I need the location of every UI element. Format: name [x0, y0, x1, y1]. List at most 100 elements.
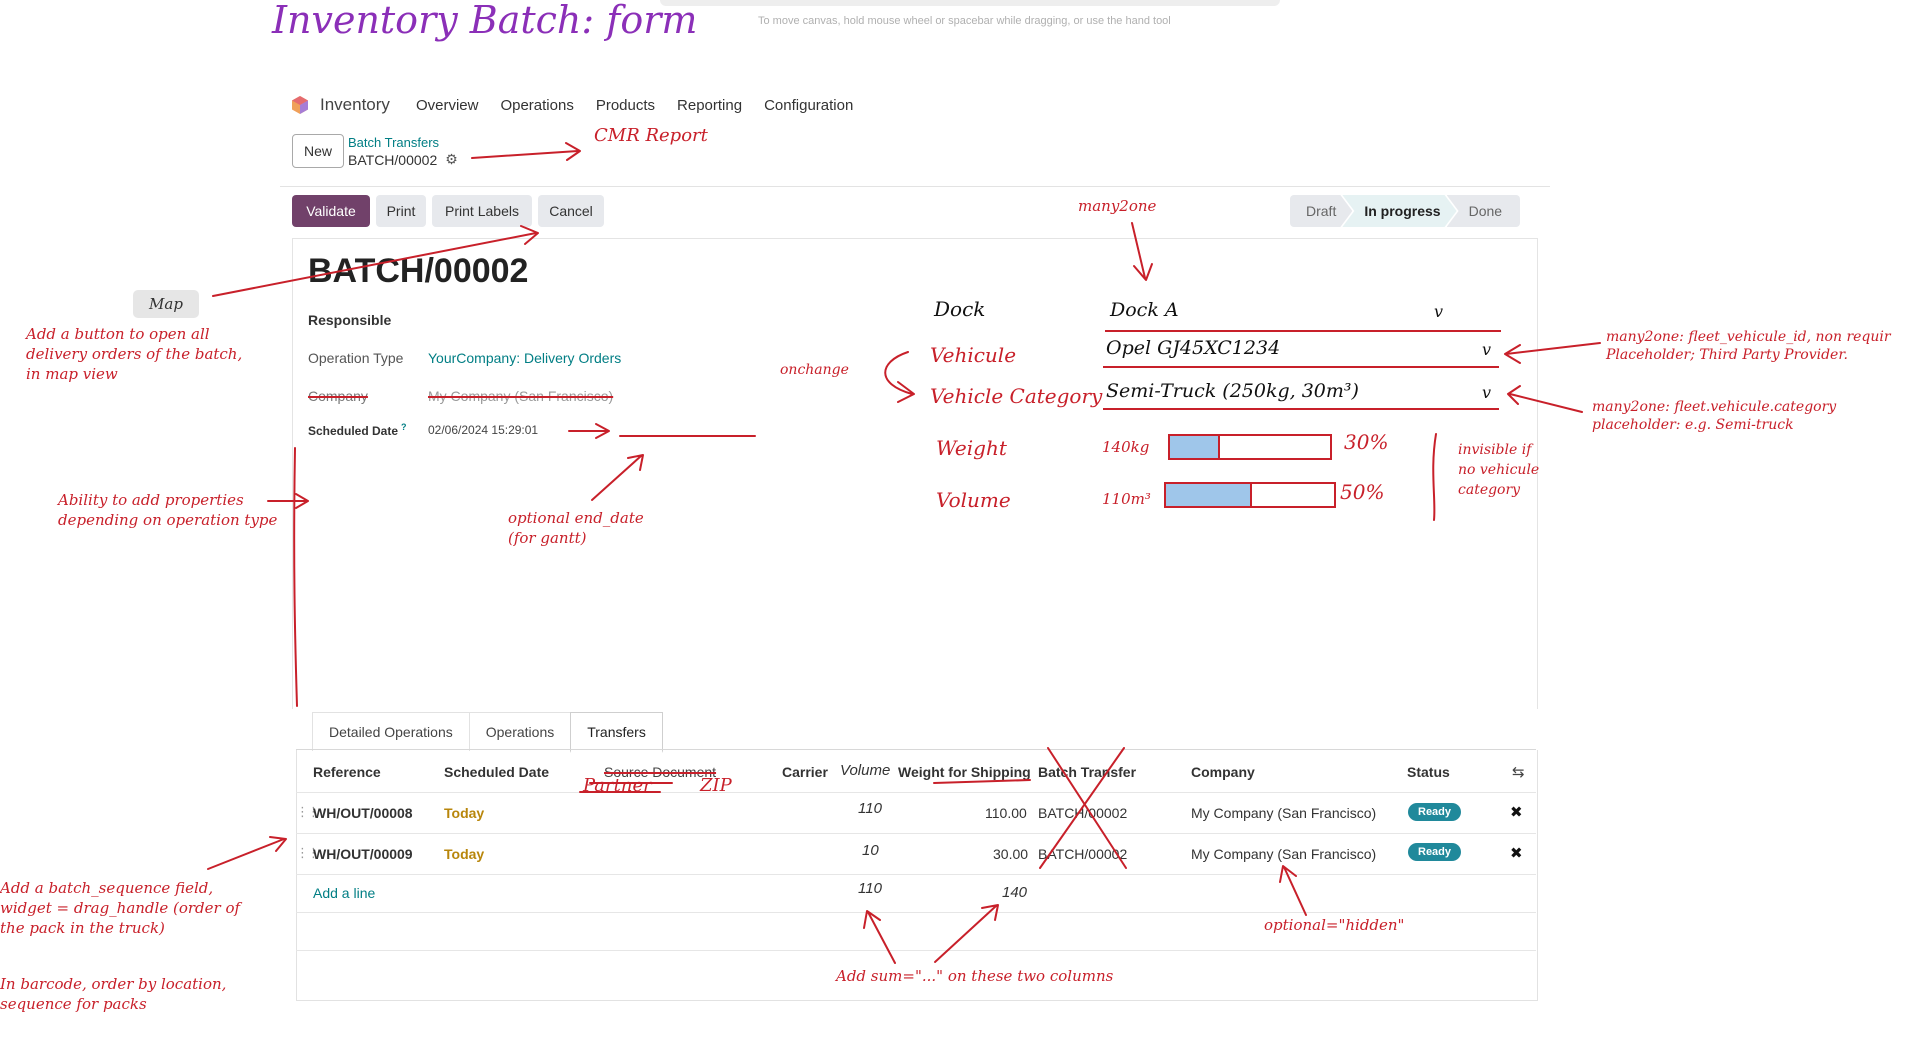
annotation-category-note: many2one: fleet.vehicule.category placeh…: [1592, 398, 1836, 434]
weight-progressbar: [1168, 434, 1332, 460]
control-panel-divider: [280, 186, 1550, 187]
cancel-button[interactable]: Cancel: [538, 195, 604, 227]
annotation-optional-hidden: optional="hidden": [1264, 916, 1405, 934]
notebook-tabs: Detailed Operations Operations Transfers: [312, 712, 663, 753]
vehicle-value[interactable]: Opel GJ45XC1234: [1106, 337, 1280, 359]
new-button[interactable]: New: [292, 134, 344, 168]
row-volume[interactable]: 110: [858, 800, 882, 817]
help-tooltip-icon[interactable]: ?: [401, 422, 407, 432]
breadcrumb-current: BATCH/00002 ⚙: [348, 151, 458, 168]
annotation-line: delivery orders of the batch,: [26, 345, 243, 363]
nav-configuration[interactable]: Configuration: [764, 97, 853, 114]
vehicle-label: Vehicule: [930, 343, 1017, 367]
annotation-line: depending on operation type: [58, 511, 278, 529]
tab-transfers[interactable]: Transfers: [570, 712, 663, 753]
vehicle-dropdown-icon[interactable]: v: [1482, 340, 1491, 359]
volume-progress-fill: [1166, 484, 1252, 506]
annotation-sum-note: Add sum="..." on these two columns: [836, 967, 1114, 985]
sum-weight: 140: [1002, 884, 1028, 901]
annotation-line: sequence for packs: [0, 995, 147, 1013]
volume-progressbar: [1164, 482, 1336, 508]
print-labels-button[interactable]: Print Labels: [432, 195, 532, 227]
status-draft[interactable]: Draft: [1290, 195, 1352, 227]
batch-name[interactable]: BATCH/00002: [308, 252, 528, 291]
row-weight[interactable]: 30.00: [993, 846, 1028, 862]
nav-app-name[interactable]: Inventory: [320, 95, 390, 115]
form-sheet: [292, 238, 1538, 709]
scheduled-date-label: Scheduled Date?: [308, 422, 407, 438]
vehicle-category-dropdown-icon[interactable]: v: [1482, 383, 1491, 402]
volume-label: Volume: [936, 488, 1011, 512]
dock-value[interactable]: Dock A: [1110, 299, 1179, 321]
dock-label: Dock: [934, 297, 986, 321]
annotation-cmr-report: CMR Report: [594, 125, 708, 146]
column-zip-added: ZIP: [700, 775, 732, 796]
column-company[interactable]: Company: [1191, 764, 1255, 780]
dock-dropdown-icon[interactable]: v: [1434, 302, 1443, 321]
breadcrumb-current-label: BATCH/00002: [348, 151, 438, 168]
annotation-line: In barcode, order by location,: [0, 975, 227, 993]
row-divider: [296, 833, 1536, 834]
page-title: Inventory Batch: form: [272, 0, 698, 42]
column-batch-transfer[interactable]: Batch Transfer: [1038, 764, 1136, 780]
annotation-line: Ability to add properties: [58, 491, 244, 509]
row-batch[interactable]: BATCH/00002: [1038, 846, 1127, 862]
company-label: Company: [308, 388, 368, 404]
annotation-end-date-note: optional end_date (for gantt): [508, 508, 644, 548]
print-button[interactable]: Print: [376, 195, 426, 227]
vehicle-underline: [1103, 366, 1499, 368]
annotation-line: invisible if: [1458, 442, 1532, 458]
nav-overview[interactable]: Overview: [416, 97, 479, 114]
row-volume[interactable]: 10: [862, 842, 879, 859]
dock-underline: [1105, 330, 1501, 332]
top-navbar: Inventory Overview Operations Products R…: [290, 92, 875, 118]
column-weight-for-shipping[interactable]: Weight for Shipping: [898, 764, 1031, 780]
column-status[interactable]: Status: [1407, 764, 1450, 780]
column-scheduled-date[interactable]: Scheduled Date: [444, 764, 549, 780]
delete-row-icon[interactable]: ✖: [1510, 803, 1523, 821]
annotation-line: placeholder: e.g. Semi-truck: [1592, 417, 1794, 433]
weight-progress-fill: [1170, 436, 1220, 458]
row-reference[interactable]: WH/OUT/00008: [313, 805, 413, 821]
nav-reporting[interactable]: Reporting: [677, 97, 742, 114]
canvas-hint: To move canvas, hold mouse wheel or spac…: [758, 15, 1171, 27]
annotation-line: category: [1458, 482, 1521, 498]
status-badge: Ready: [1408, 843, 1462, 861]
nav-products[interactable]: Products: [596, 97, 655, 114]
table-header-divider: [296, 792, 1536, 793]
annotation-many2one: many2one: [1078, 197, 1157, 215]
row-reference[interactable]: WH/OUT/00009: [313, 846, 413, 862]
weight-value: 140kg: [1102, 438, 1150, 456]
annotation-line: widget = drag_handle (order of: [0, 899, 241, 917]
operation-type-value[interactable]: YourCompany: Delivery Orders: [428, 350, 621, 366]
annotation-sequence-note: Add a batch_sequence field, widget = dra…: [0, 878, 240, 938]
add-line-link[interactable]: Add a line: [313, 885, 375, 901]
status-done[interactable]: Done: [1446, 195, 1521, 227]
map-button[interactable]: Map: [133, 290, 199, 318]
volume-value: 110m³: [1102, 490, 1151, 508]
inventory-logo-icon[interactable]: [290, 95, 310, 115]
breadcrumb-parent[interactable]: Batch Transfers: [348, 135, 439, 150]
annotation-invisible-note: invisible if no vehicule category: [1458, 440, 1539, 500]
row-date[interactable]: Today: [444, 846, 484, 862]
tab-operations[interactable]: Operations: [468, 712, 572, 751]
column-volume[interactable]: Volume: [840, 762, 890, 779]
annotation-barcode-note: In barcode, order by location, sequence …: [0, 974, 226, 1014]
tab-detailed-operations[interactable]: Detailed Operations: [312, 712, 470, 751]
column-carrier[interactable]: Carrier: [782, 764, 828, 780]
delete-row-icon[interactable]: ✖: [1510, 844, 1523, 862]
scheduled-date-value[interactable]: 02/06/2024 15:29:01: [428, 423, 538, 437]
row-date[interactable]: Today: [444, 805, 484, 821]
row-weight[interactable]: 110.00: [985, 805, 1027, 821]
vehicle-category-value[interactable]: Semi-Truck (250kg, 30m³): [1106, 380, 1359, 402]
gear-icon[interactable]: ⚙: [445, 151, 458, 168]
column-reference[interactable]: Reference: [313, 764, 381, 780]
nav-operations[interactable]: Operations: [500, 97, 573, 114]
status-in-progress[interactable]: In progress: [1342, 195, 1456, 227]
row-batch[interactable]: BATCH/00002: [1038, 805, 1127, 821]
row-company[interactable]: My Company (San Francisco): [1191, 805, 1376, 821]
row-company[interactable]: My Company (San Francisco): [1191, 846, 1376, 862]
optional-columns-toggle-icon[interactable]: ⇆: [1512, 763, 1525, 781]
validate-button[interactable]: Validate: [292, 195, 370, 227]
row-divider: [296, 874, 1536, 875]
